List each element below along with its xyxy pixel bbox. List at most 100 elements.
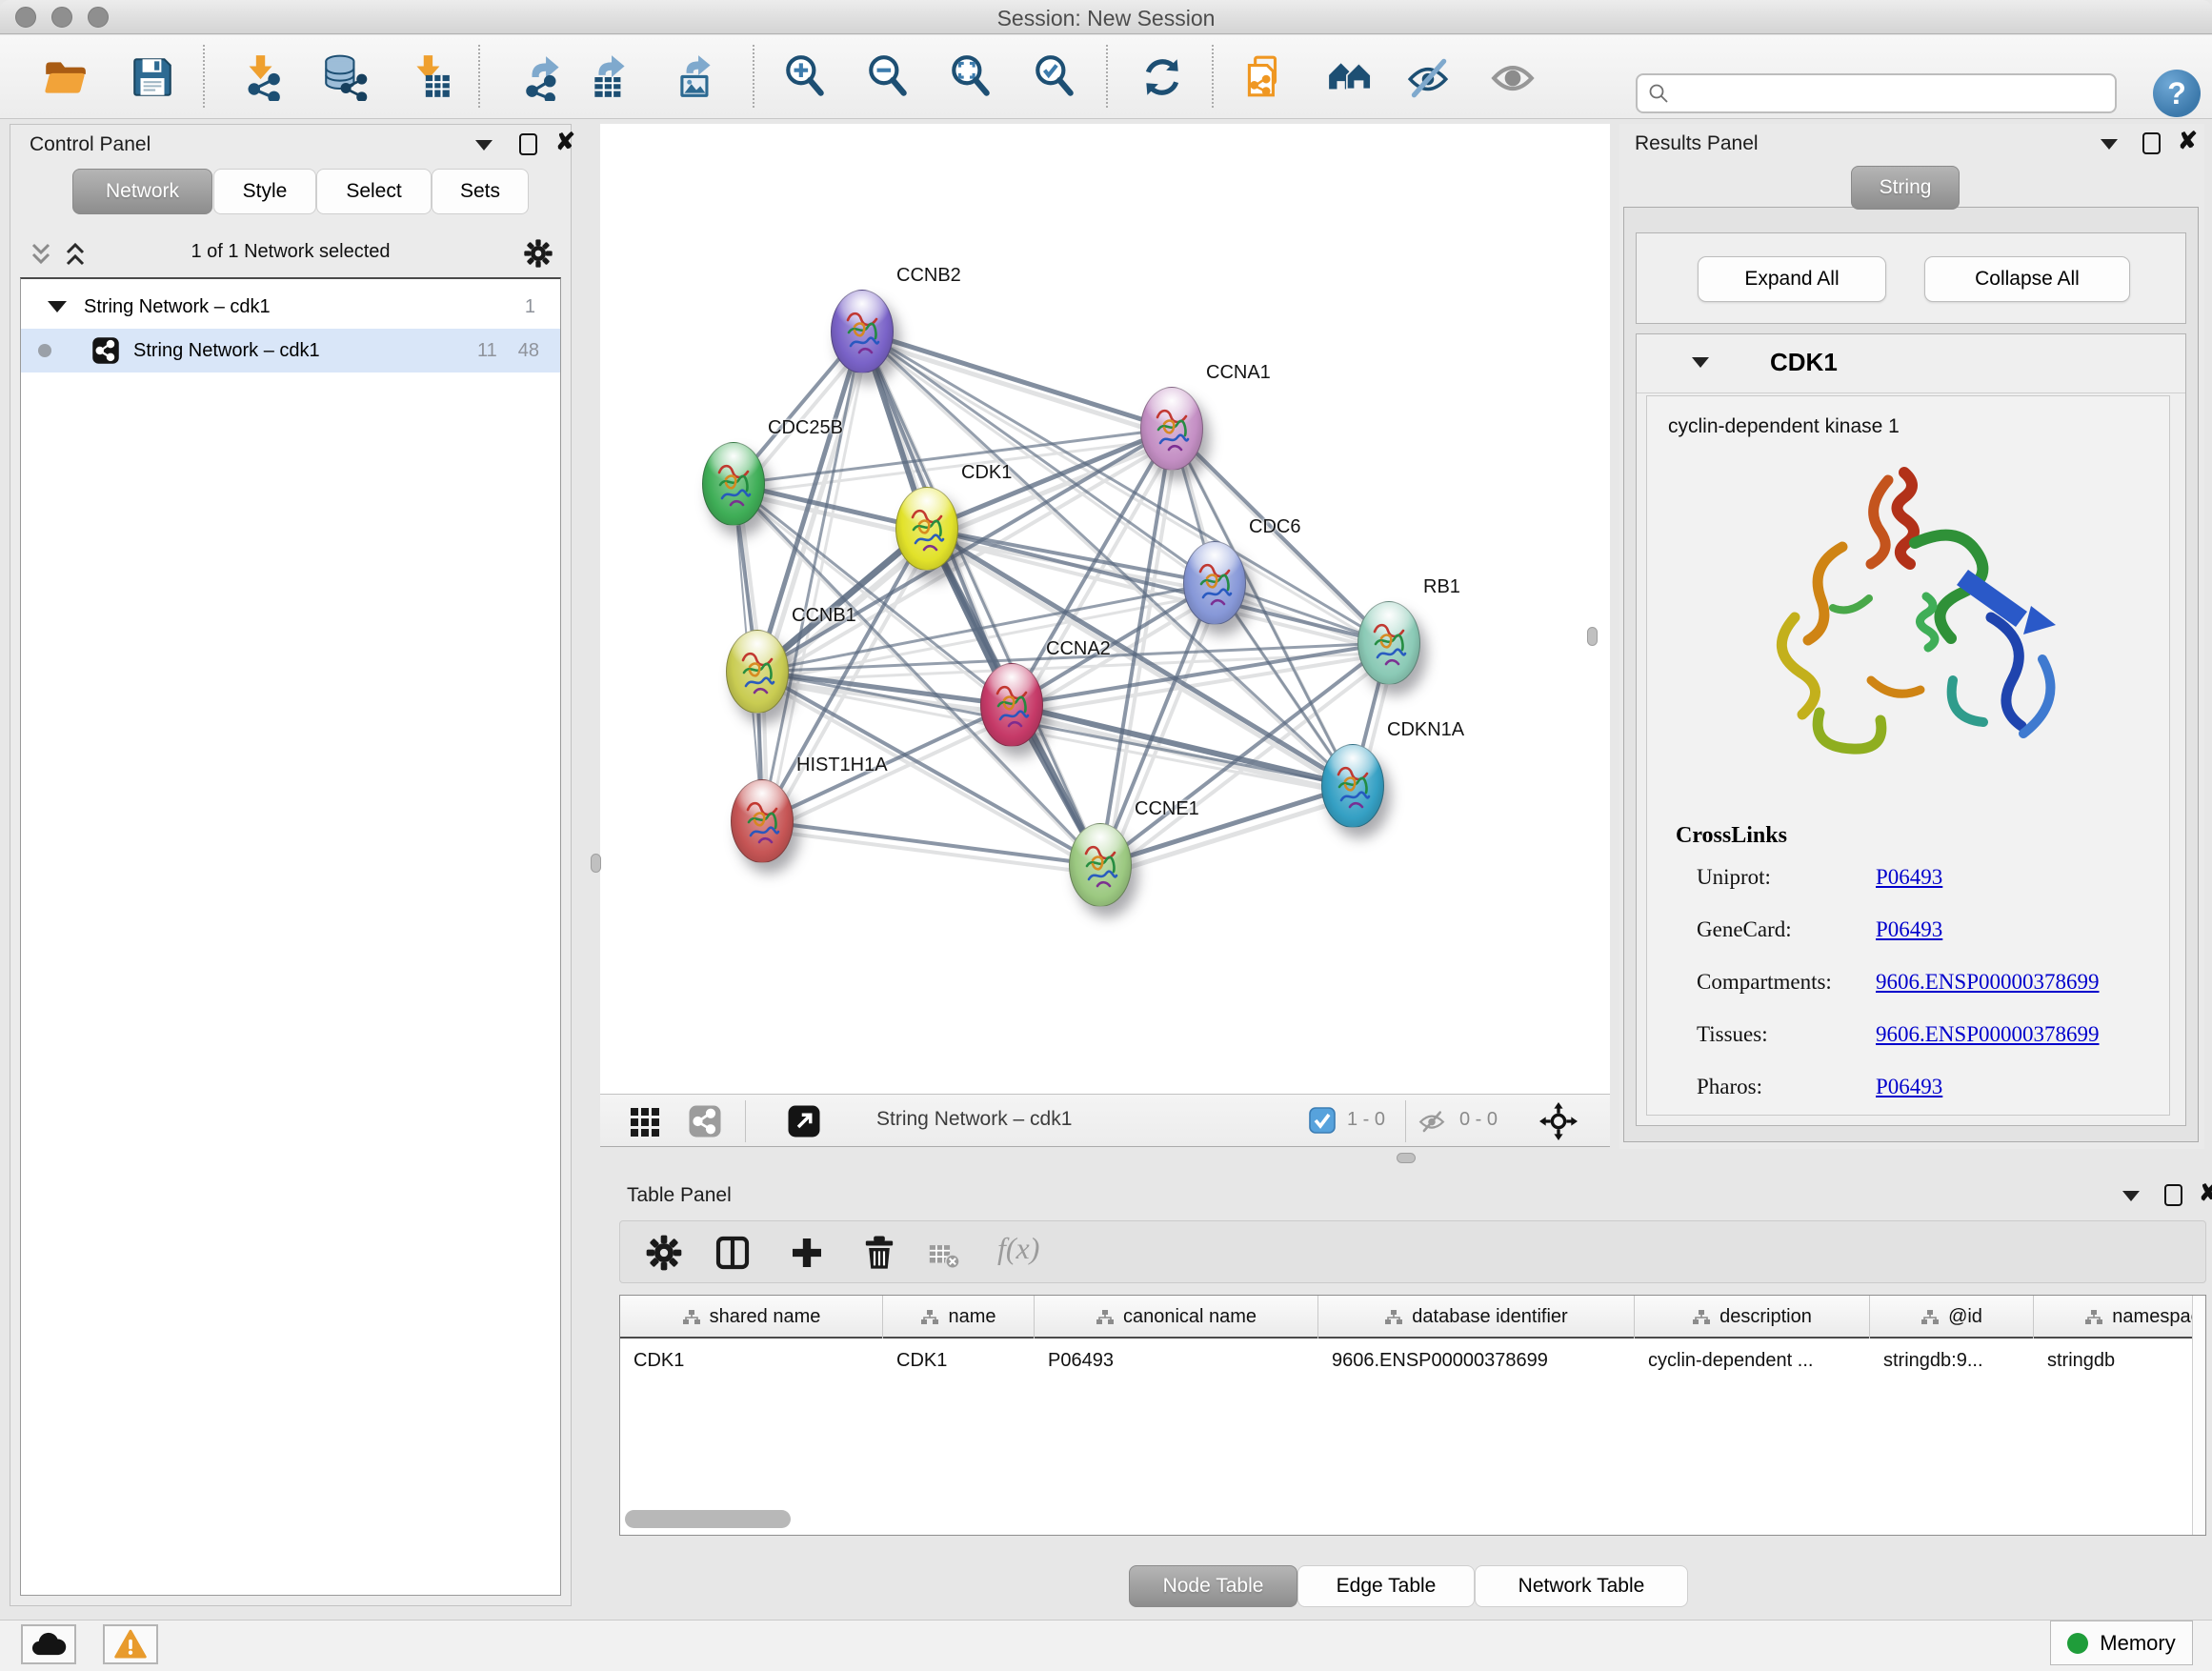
tab-style[interactable]: Style <box>213 169 316 214</box>
cloud-status-button[interactable] <box>21 1624 76 1664</box>
network-node-CDC6[interactable] <box>1183 541 1246 625</box>
table-cell[interactable]: P06493 <box>1035 1340 1318 1380</box>
selected-checkbox-icon[interactable] <box>1309 1107 1336 1134</box>
zoom-in-button[interactable] <box>780 50 830 104</box>
gear-icon[interactable] <box>523 238 553 269</box>
table-cell[interactable]: CDK1 <box>883 1340 1035 1380</box>
crosslink-link[interactable]: 9606.ENSP00000378699 <box>1876 970 2100 995</box>
panel-menu-icon[interactable] <box>2101 139 2118 150</box>
import-network-from-database-button[interactable] <box>319 50 369 104</box>
panel-float-icon[interactable] <box>519 133 537 155</box>
network-edge-CCNA2-CDKN1A[interactable] <box>1012 705 1353 786</box>
tab-string[interactable]: String <box>1851 166 1960 210</box>
panel-float-icon[interactable] <box>2164 1184 2182 1206</box>
panel-menu-icon[interactable] <box>2122 1191 2140 1201</box>
show-columns-icon[interactable] <box>714 1234 752 1272</box>
column-header-canonical-name[interactable]: canonical name <box>1035 1296 1318 1339</box>
column-header--id[interactable]: @id <box>1870 1296 2034 1339</box>
network-edge-HIST1H1A-CCNE1[interactable] <box>768 831 1106 875</box>
import-table-button[interactable] <box>405 50 454 104</box>
network-node-CCNA2[interactable] <box>980 663 1043 747</box>
network-collection-row[interactable]: String Network – cdk1 1 <box>21 285 560 329</box>
network-node-CDKN1A[interactable] <box>1321 744 1384 828</box>
table-cell[interactable]: CDK1 <box>620 1340 883 1380</box>
panel-close-icon[interactable]: ✘ <box>555 131 575 153</box>
search-input[interactable] <box>1670 75 2115 111</box>
left-splitter-handle[interactable] <box>591 854 601 873</box>
export-network-button[interactable] <box>519 50 569 104</box>
column-header-name[interactable]: name <box>883 1296 1035 1339</box>
zoom-fit-button[interactable] <box>946 50 995 104</box>
network-view-canvas[interactable]: CCNB2 CCNA1 CDC25B CDK1 CDC6 RB1 CCNB1 C… <box>600 124 1610 1094</box>
network-edge-CCNB2-CCNA1[interactable] <box>868 341 1177 438</box>
column-header-description[interactable]: description <box>1635 1296 1870 1339</box>
export-table-button[interactable] <box>586 50 635 104</box>
hide-selected-button[interactable] <box>1403 50 1453 104</box>
birds-eye-grid-icon[interactable] <box>629 1104 663 1138</box>
section-collapse-icon[interactable] <box>1692 357 1709 368</box>
open-session-button[interactable] <box>40 50 90 104</box>
tab-edge-table[interactable]: Edge Table <box>1297 1565 1475 1607</box>
export-image-button[interactable] <box>672 50 721 104</box>
memory-button[interactable]: Memory <box>2050 1621 2193 1665</box>
right-splitter-handle[interactable] <box>1587 627 1598 646</box>
table-cell[interactable]: stringdb <box>2034 1340 2206 1380</box>
table-horizontal-scrollbar[interactable] <box>625 1510 791 1528</box>
node-table[interactable]: shared name name canonical name database… <box>619 1295 2206 1536</box>
crosslink-link[interactable]: P06493 <box>1876 917 1942 942</box>
network-node-CDC25B[interactable] <box>702 442 765 526</box>
add-column-icon[interactable] <box>788 1234 826 1272</box>
table-cell[interactable]: cyclin-dependent ... <box>1635 1340 1870 1380</box>
column-header-namespace[interactable]: namespace <box>2034 1296 2206 1339</box>
tab-sets[interactable]: Sets <box>432 169 529 214</box>
delete-trash-icon[interactable] <box>860 1234 898 1272</box>
toolbar-search-field[interactable] <box>1636 73 2117 113</box>
node-details-body: cyclin-dependent kinase 1 <box>1646 395 2170 1116</box>
table-vertical-scrollbar[interactable] <box>2192 1296 2205 1535</box>
network-row[interactable]: String Network – cdk1 11 48 <box>21 329 560 372</box>
expand-all-button[interactable]: Expand All <box>1698 256 1886 302</box>
crosslink-link[interactable]: P06493 <box>1876 1075 1942 1099</box>
network-node-CCNA1[interactable] <box>1140 387 1203 471</box>
panel-close-icon[interactable]: ✘ <box>2199 1182 2212 1204</box>
zoom-selected-button[interactable] <box>1030 50 1079 104</box>
tab-network-table[interactable]: Network Table <box>1475 1565 1688 1607</box>
network-node-RB1[interactable] <box>1357 601 1420 685</box>
gear-icon[interactable] <box>645 1234 683 1272</box>
panel-float-icon[interactable] <box>2142 132 2161 154</box>
external-link-icon[interactable] <box>787 1104 821 1138</box>
network-node-CCNB2[interactable] <box>831 290 894 373</box>
save-session-button[interactable] <box>128 50 177 104</box>
help-button[interactable]: ? <box>2153 70 2201 117</box>
tab-select[interactable]: Select <box>316 169 432 214</box>
crosslink-link[interactable]: 9606.ENSP00000378699 <box>1876 1022 2100 1047</box>
first-neighbors-button[interactable] <box>1325 50 1375 104</box>
show-all-button[interactable] <box>1488 50 1538 104</box>
network-node-CCNB1[interactable] <box>726 630 789 714</box>
zoom-out-button[interactable] <box>863 50 913 104</box>
import-network-button[interactable] <box>235 50 285 104</box>
fit-content-crosshair-icon[interactable] <box>1539 1102 1578 1140</box>
table-cell[interactable]: stringdb:9... <box>1870 1340 2034 1380</box>
network-node-CDK1[interactable] <box>895 487 958 571</box>
panel-menu-icon[interactable] <box>475 140 493 151</box>
clone-network-button[interactable] <box>1238 50 1288 104</box>
refresh-button[interactable] <box>1137 50 1187 104</box>
column-header-database-identifier[interactable]: database identifier <box>1318 1296 1635 1339</box>
collapse-all-button[interactable]: Collapse All <box>1924 256 2130 302</box>
tab-network[interactable]: Network <box>72 169 212 214</box>
network-node-CCNE1[interactable] <box>1069 823 1132 907</box>
table-cell[interactable]: 9606.ENSP00000378699 <box>1318 1340 1635 1380</box>
crosslink-link[interactable]: P06493 <box>1876 865 1942 890</box>
horizontal-splitter-handle[interactable] <box>1397 1153 1416 1163</box>
tab-node-table[interactable]: Node Table <box>1129 1565 1297 1607</box>
node-section-header[interactable]: CDK1 <box>1637 334 2185 393</box>
column-header-shared-name[interactable]: shared name <box>620 1296 883 1339</box>
warnings-button[interactable] <box>103 1624 158 1664</box>
network-edge-CCNB2-RB1[interactable] <box>862 332 1389 643</box>
table-row[interactable]: CDK1CDK1P064939606.ENSP00000378699cyclin… <box>620 1340 2206 1380</box>
panel-close-icon[interactable]: ✘ <box>2178 131 2198 152</box>
network-node-HIST1H1A[interactable] <box>731 779 794 863</box>
tree-expand-icon[interactable] <box>48 301 67 312</box>
string-share-icon[interactable] <box>688 1104 722 1138</box>
